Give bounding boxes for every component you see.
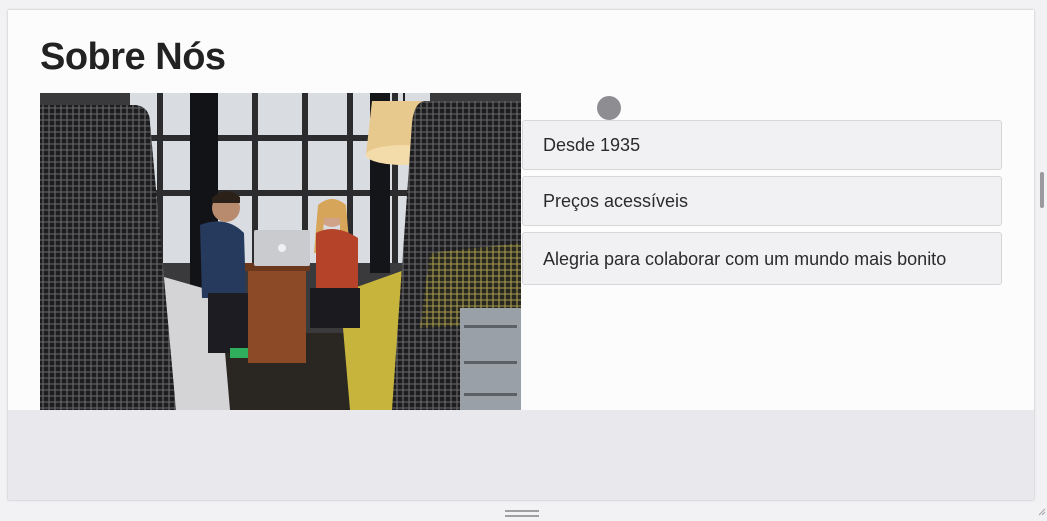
office-photo [40,93,521,410]
page-viewport: Sobre Nós Desde 1935 Preços acessíveis A… [8,10,1034,500]
features-list: Desde 1935 Preços acessíveis Alegria par… [522,120,1002,291]
page-title: Sobre Nós [40,36,226,78]
page-footer [8,410,1034,500]
scrollbar-thumb[interactable] [1040,172,1044,208]
cursor-dot-icon [597,96,621,120]
browser-window: Sobre Nós Desde 1935 Preços acessíveis A… [0,0,1047,521]
feature-item-since: Desde 1935 [522,120,1002,170]
feature-item-prices: Preços acessíveis [522,176,1002,226]
resize-handle-icon[interactable] [505,510,539,518]
corner-grip-icon[interactable] [1036,506,1046,516]
feature-item-joy: Alegria para colaborar com um mundo mais… [522,232,1002,285]
